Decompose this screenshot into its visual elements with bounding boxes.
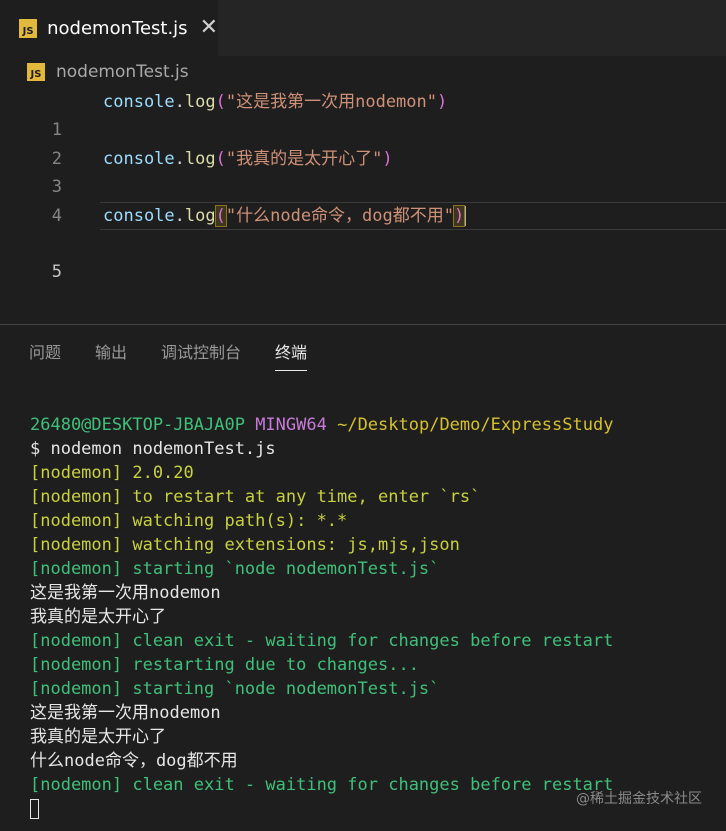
code-token: ) <box>452 205 466 227</box>
tab-debug-console[interactable]: 调试控制台 <box>161 339 241 371</box>
code-token: . <box>174 206 185 226</box>
code-line: 2 <box>0 117 726 169</box>
terminal-cursor <box>30 799 39 819</box>
code-line: 3 console.log("我真的是太开心了") <box>0 145 726 197</box>
breadcrumb-file[interactable]: nodemonTest.js <box>56 62 189 82</box>
tab-output[interactable]: 输出 <box>95 339 127 371</box>
code-token: console <box>103 206 175 226</box>
tab-problems[interactable]: 问题 <box>29 339 61 371</box>
terminal-prompt: 26480@DESKTOP-JBAJA0P MINGW64 ~/Desktop/… <box>30 413 613 437</box>
line-number: 5 <box>51 262 62 282</box>
code-token: log <box>184 206 216 226</box>
javascript-file-icon: JS <box>19 18 38 38</box>
code-token: . <box>174 92 185 112</box>
javascript-file-icon: JS <box>27 63 45 81</box>
code-token: console <box>103 149 175 169</box>
terminal-output[interactable]: 26480@DESKTOP-JBAJA0P MINGW64 ~/Desktop/… <box>30 413 613 821</box>
code-token: . <box>174 149 185 169</box>
code-token: ) <box>437 92 448 112</box>
code-token: log <box>184 149 216 169</box>
prompt-user: 26480@DESKTOP-JBAJA0P <box>30 415 245 435</box>
tab-nodemontest-js[interactable]: JS nodemonTest.js ✕ <box>0 0 218 56</box>
close-icon[interactable]: ✕ <box>200 17 218 39</box>
terminal-line: [nodemon] watching path(s): *.* <box>30 511 348 531</box>
terminal-line: 什么node命令，dog都不用 <box>30 751 238 771</box>
code-editor[interactable]: 1 console.log("这是我第一次用nodemon") 2 3 cons… <box>0 88 726 324</box>
code-line: 1 console.log("这是我第一次用nodemon") <box>0 88 726 140</box>
code-token: ( <box>215 92 226 112</box>
prompt-path: ~/Desktop/Demo/ExpressStudy <box>337 415 614 435</box>
code-token: ) <box>382 149 393 169</box>
terminal-line: [nodemon] to restart at any time, enter … <box>30 487 481 507</box>
terminal-line: [nodemon] 2.0.20 <box>30 463 194 483</box>
text-cursor <box>464 206 467 226</box>
tab-title: nodemonTest.js <box>47 17 188 39</box>
terminal-line: 这是我第一次用nodemon <box>30 703 221 723</box>
terminal-command: $ nodemon nodemonTest.js <box>30 439 276 459</box>
code-token: "这是我第一次用nodemon" <box>225 92 437 112</box>
panel-tabs: 问题 输出 调试控制台 终端 <box>0 339 341 371</box>
terminal-line: [nodemon] clean exit - waiting for chang… <box>30 631 614 651</box>
code-token: ( <box>215 149 226 169</box>
code-line-active: 5 console.log("什么node命令，dog都不用") <box>0 202 726 282</box>
watermark: @稀土掘金技术社区 <box>576 791 702 807</box>
code-token: ( <box>214 205 227 227</box>
prompt-env: MINGW64 <box>255 415 327 435</box>
terminal-line: 我真的是太开心了 <box>30 727 166 747</box>
editor-tab-bar: JS nodemonTest.js ✕ <box>0 0 726 56</box>
terminal-line: 我真的是太开心了 <box>30 607 166 627</box>
code-line: 4 <box>0 174 726 226</box>
terminal-line: [nodemon] starting `node nodemonTest.js` <box>30 559 440 579</box>
terminal-line: [nodemon] restarting due to changes... <box>30 655 419 675</box>
code-token: console <box>103 92 175 112</box>
terminal-line: [nodemon] starting `node nodemonTest.js` <box>30 679 440 699</box>
breadcrumb: JS nodemonTest.js <box>0 58 189 86</box>
bottom-panel: 问题 输出 调试控制台 终端 26480@DESKTOP-JBAJA0P MIN… <box>0 324 726 831</box>
terminal-input-line[interactable] <box>30 797 613 821</box>
code-token: "什么node命令，dog都不用" <box>225 206 454 226</box>
terminal-line: [nodemon] watching extensions: js,mjs,js… <box>30 535 460 555</box>
terminal-line: 这是我第一次用nodemon <box>30 583 221 603</box>
code-token: log <box>184 92 216 112</box>
tab-terminal[interactable]: 终端 <box>275 339 308 371</box>
code-token: "我真的是太开心了" <box>225 149 383 169</box>
terminal-line: [nodemon] clean exit - waiting for chang… <box>30 775 614 795</box>
